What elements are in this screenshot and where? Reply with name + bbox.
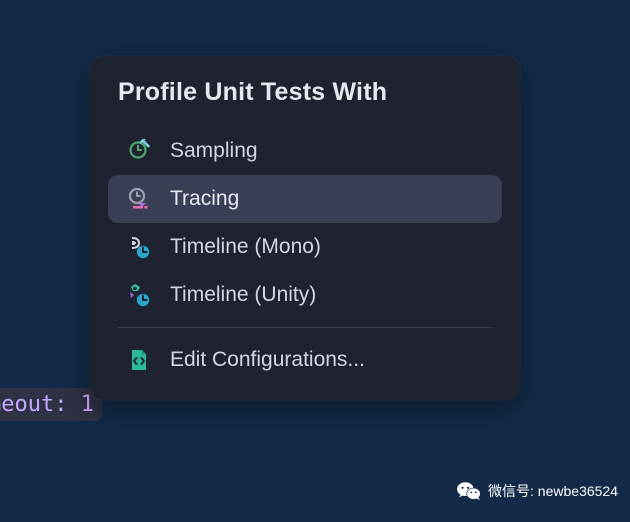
edit-config-icon [126, 347, 152, 373]
menu-item-label: Tracing [170, 187, 239, 211]
timeline-mono-icon [126, 234, 152, 260]
profile-tests-popup: Profile Unit Tests With Sampling [90, 56, 520, 400]
menu-item-timeline-unity[interactable]: Timeline (Unity) [108, 271, 502, 319]
menu-item-tracing[interactable]: Tracing [108, 175, 502, 223]
menu-divider [118, 327, 492, 328]
menu-item-edit-configurations[interactable]: Edit Configurations... [108, 336, 502, 384]
sampling-icon [126, 138, 152, 164]
menu-item-label: Timeline (Mono) [170, 235, 321, 259]
wechat-watermark: 微信号: newbe36524 [456, 478, 618, 504]
menu-item-sampling[interactable]: Sampling [108, 127, 502, 175]
code-fragment-timeout: meout: 1 [0, 388, 102, 421]
popup-title: Profile Unit Tests With [118, 78, 492, 107]
menu-item-label: Timeline (Unity) [170, 283, 316, 307]
menu-item-timeline-mono[interactable]: Timeline (Mono) [108, 223, 502, 271]
wechat-icon [456, 478, 482, 504]
timeline-unity-icon [126, 282, 152, 308]
profile-options-list: Sampling Tracing [108, 127, 502, 384]
menu-item-label: Edit Configurations... [170, 348, 365, 372]
wechat-text: 微信号: newbe36524 [488, 481, 618, 501]
menu-item-label: Sampling [170, 139, 258, 163]
tracing-icon [126, 186, 152, 212]
